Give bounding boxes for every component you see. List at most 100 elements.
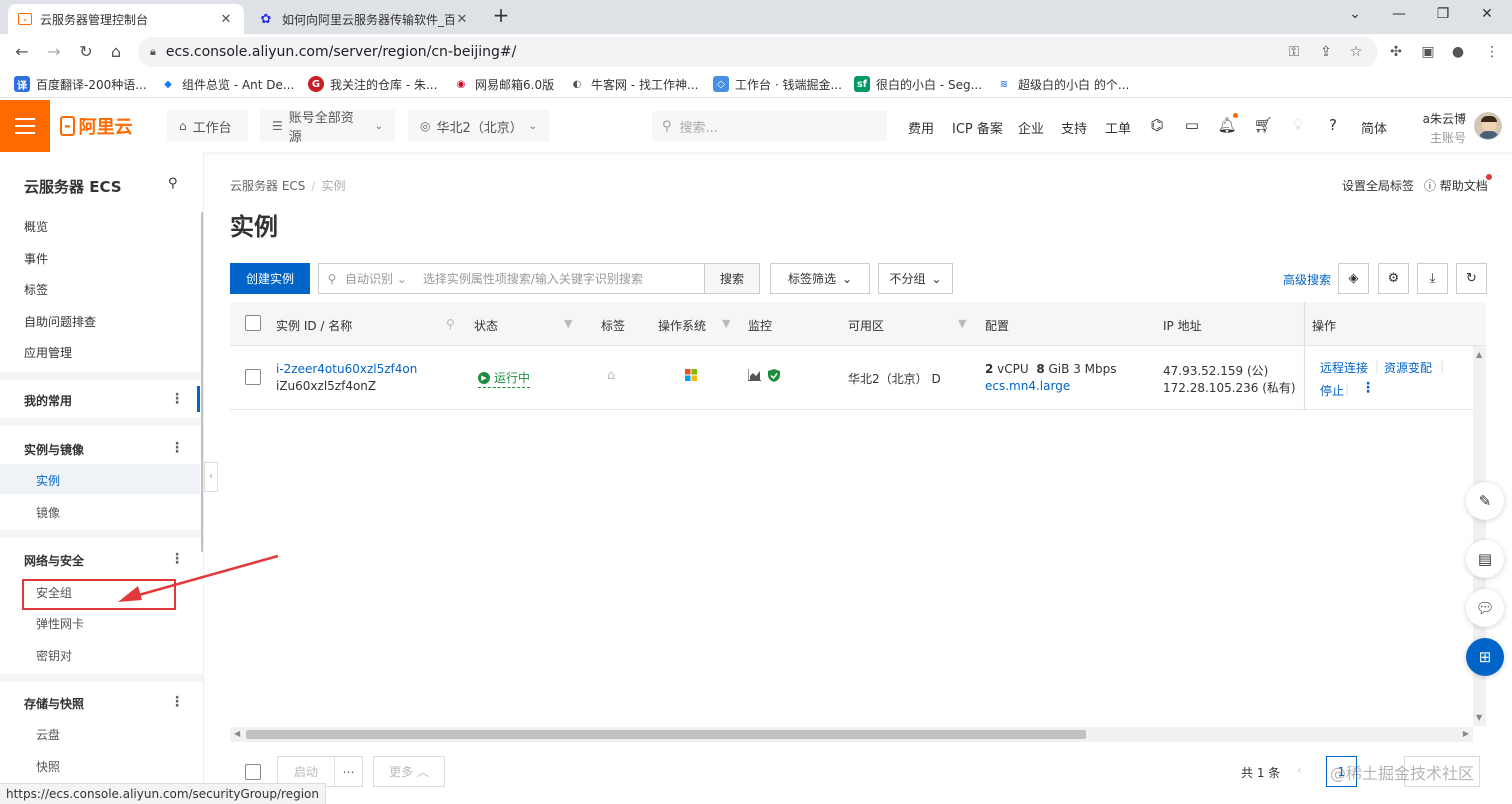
sidebar-search-icon[interactable]: ⚲ bbox=[168, 176, 178, 191]
filter-funnel-icon[interactable]: ▼ bbox=[722, 317, 730, 330]
aliyun-logo[interactable]: - 阿里云 bbox=[60, 114, 133, 138]
header-link-ticket[interactable]: 工单 bbox=[1105, 118, 1131, 137]
close-window-icon[interactable]: ✕ bbox=[1472, 6, 1502, 26]
row-checkbox[interactable] bbox=[245, 369, 261, 385]
new-tab-icon[interactable]: + bbox=[486, 3, 516, 27]
bookmark-item[interactable]: 译 百度翻译-200种语... bbox=[14, 75, 147, 93]
profile-icon[interactable]: ● bbox=[1446, 40, 1470, 64]
help-circle-icon[interactable]: ? bbox=[1322, 114, 1344, 136]
region-selector[interactable]: ◎ 华北2（北京） ⌄ bbox=[408, 110, 549, 142]
instance-id-link[interactable]: i-2zeer4otu60xzl5zf4on bbox=[276, 362, 417, 376]
resize-link[interactable]: 资源变配 bbox=[1384, 359, 1432, 376]
auto-detect-dropdown[interactable]: 自动识别 ⌄ bbox=[345, 270, 407, 287]
breadcrumb-ecs[interactable]: 云服务器 ECS bbox=[230, 179, 305, 193]
header-search-input[interactable]: ⚲ 搜索... bbox=[652, 111, 887, 141]
more-button[interactable]: 更多 ︿ bbox=[373, 756, 445, 787]
back-icon[interactable]: ← bbox=[10, 40, 34, 64]
search-icon[interactable]: ⚲ bbox=[446, 317, 455, 331]
bookmark-item[interactable]: ◐ 牛客网 - 找工作神... bbox=[569, 75, 698, 93]
sidebar-item-images[interactable]: 镜像 bbox=[36, 504, 60, 521]
address-bar[interactable]: 🔒︎ ecs.console.aliyun.com/server/region/… bbox=[138, 37, 1378, 67]
more-vertical-icon[interactable]: ⋮ bbox=[170, 391, 184, 407]
filter-funnel-icon[interactable]: ▼ bbox=[958, 317, 966, 330]
sidebar-item-eni[interactable]: 弹性网卡 bbox=[36, 615, 84, 632]
more-horizontal-icon[interactable]: ⋯ bbox=[334, 756, 363, 787]
select-all-checkbox[interactable] bbox=[245, 315, 261, 331]
avatar[interactable] bbox=[1474, 112, 1502, 140]
tag-icon[interactable]: ⌂ bbox=[607, 368, 615, 383]
apps-grid-icon[interactable]: ⊞ bbox=[1466, 638, 1504, 676]
forward-icon[interactable]: → bbox=[42, 40, 66, 64]
sidebar-item-tags[interactable]: 标签 bbox=[24, 281, 48, 298]
browser-tab-active[interactable]: - 云服务器管理控制台 ✕ bbox=[8, 4, 244, 34]
workbench-button[interactable]: ⌂ 工作台 bbox=[167, 110, 248, 142]
layers-icon[interactable]: ◈ bbox=[1338, 263, 1369, 294]
user-info[interactable]: a朱云博 主账号 bbox=[1420, 110, 1466, 146]
status-badge[interactable]: ▶ 运行中 bbox=[478, 369, 531, 388]
sidebar-group-network-security[interactable]: 网络与安全 bbox=[24, 552, 84, 569]
tab-search-chevron-icon[interactable]: ⌄ bbox=[1340, 6, 1370, 26]
header-link-enterprise[interactable]: 企业 bbox=[1018, 118, 1044, 137]
reload-icon[interactable]: ↻ bbox=[74, 40, 98, 64]
sidebar-item-keypair[interactable]: 密钥对 bbox=[36, 647, 72, 664]
search-button[interactable]: 搜索 bbox=[704, 264, 759, 293]
sidebar-item-troubleshoot[interactable]: 自助问题排查 bbox=[24, 313, 96, 330]
cloud-shell-icon[interactable]: ⌬ bbox=[1146, 114, 1168, 136]
key-icon[interactable]: ⚿ bbox=[1282, 40, 1306, 64]
browser-menu-icon[interactable]: ⋮ bbox=[1480, 40, 1504, 64]
sidebar-item-events[interactable]: 事件 bbox=[24, 250, 48, 267]
prev-page-icon[interactable]: ‹ bbox=[1297, 763, 1302, 777]
resource-selector[interactable]: ☰ 账号全部资源 ⌄ bbox=[260, 110, 395, 145]
monitor-chart-icon[interactable] bbox=[747, 369, 761, 384]
advanced-search-link[interactable]: 高级搜索 bbox=[1283, 271, 1331, 288]
hamburger-menu-icon[interactable] bbox=[0, 100, 50, 152]
sidebar-item-instances[interactable]: 实例 bbox=[36, 472, 60, 489]
refresh-icon[interactable]: ↻ bbox=[1456, 263, 1487, 294]
close-tab-icon[interactable]: ✕ bbox=[454, 12, 470, 27]
download-icon[interactable]: ⤓ bbox=[1417, 263, 1448, 294]
sidebar-item-disks[interactable]: 云盘 bbox=[36, 726, 60, 743]
remote-connect-link[interactable]: 远程连接 bbox=[1320, 359, 1368, 376]
filter-funnel-icon[interactable]: ▼ bbox=[564, 317, 572, 330]
home-icon[interactable]: ⌂ bbox=[104, 40, 128, 64]
minimize-icon[interactable]: — bbox=[1384, 6, 1414, 26]
set-global-tags-link[interactable]: 设置全局标签 bbox=[1342, 179, 1414, 193]
create-instance-button[interactable]: 创建实例 bbox=[230, 263, 310, 294]
bookmark-item[interactable]: ◆ 组件总览 - Ant De... bbox=[160, 75, 294, 93]
security-shield-icon[interactable] bbox=[768, 369, 780, 385]
bookmark-item[interactable]: ≋ 超级白的小白 的个... bbox=[996, 75, 1129, 93]
stop-link[interactable]: 停止 bbox=[1320, 382, 1344, 399]
more-vertical-icon[interactable]: ⋮ bbox=[170, 440, 184, 456]
language-switch[interactable]: 简体 bbox=[1361, 118, 1387, 137]
sidebar-group-storage-snapshot[interactable]: 存储与快照 bbox=[24, 695, 84, 712]
help-docs-link[interactable]: 帮助文档 bbox=[1440, 179, 1488, 193]
share-icon[interactable]: ⇪ bbox=[1314, 40, 1338, 64]
side-panel-icon[interactable]: ▣ bbox=[1416, 40, 1440, 64]
sidebar-collapse-chevron-icon[interactable]: ‹ bbox=[204, 462, 218, 492]
browser-tab[interactable]: ✿ 如何向阿里云服务器传输软件_百 ✕ bbox=[248, 4, 480, 34]
scrollbar-thumb[interactable] bbox=[246, 730, 1086, 739]
header-link-billing[interactable]: 费用 bbox=[908, 118, 934, 137]
header-link-support[interactable]: 支持 bbox=[1061, 118, 1087, 137]
lightbulb-icon[interactable]: 💡︎ bbox=[1287, 114, 1309, 136]
sidebar-favorites[interactable]: 我的常用 bbox=[24, 392, 72, 409]
tag-filter-dropdown[interactable]: 标签筛选 ⌄ bbox=[770, 263, 870, 294]
more-vertical-icon[interactable]: ⋮ bbox=[1361, 380, 1375, 396]
extensions-icon[interactable]: ✣ bbox=[1384, 40, 1408, 64]
bookmark-item[interactable]: ◇ 工作台 · 钱端掘金... bbox=[713, 75, 842, 93]
more-vertical-icon[interactable]: ⋮ bbox=[170, 694, 184, 710]
bookmark-star-icon[interactable]: ☆ bbox=[1344, 40, 1368, 64]
footer-select-all-checkbox[interactable] bbox=[245, 764, 261, 780]
cart-icon[interactable]: 🛒︎ bbox=[1252, 114, 1274, 136]
bookmark-item[interactable]: sf 很白的小白 - Seg... bbox=[854, 75, 982, 93]
group-dropdown[interactable]: 不分组 ⌄ bbox=[878, 263, 953, 294]
table-horizontal-scrollbar[interactable]: ◀ ▶ bbox=[230, 727, 1473, 742]
bookmark-item[interactable]: G 我关注的仓库 - 朱... bbox=[308, 75, 437, 93]
chat-bubble-icon[interactable]: 💬︎ bbox=[1466, 589, 1504, 627]
instance-search-input[interactable]: ⚲ 自动识别 ⌄ 选择实例属性项搜索/输入关键字识别搜索 搜索 bbox=[318, 263, 760, 294]
sidebar-group-instances-images[interactable]: 实例与镜像 bbox=[24, 441, 84, 458]
header-link-icp[interactable]: ICP 备案 bbox=[952, 118, 1003, 137]
gear-icon[interactable]: ⚙ bbox=[1378, 263, 1409, 294]
sidebar-item-snapshots[interactable]: 快照 bbox=[36, 758, 60, 775]
sidebar-item-overview[interactable]: 概览 bbox=[24, 218, 48, 235]
